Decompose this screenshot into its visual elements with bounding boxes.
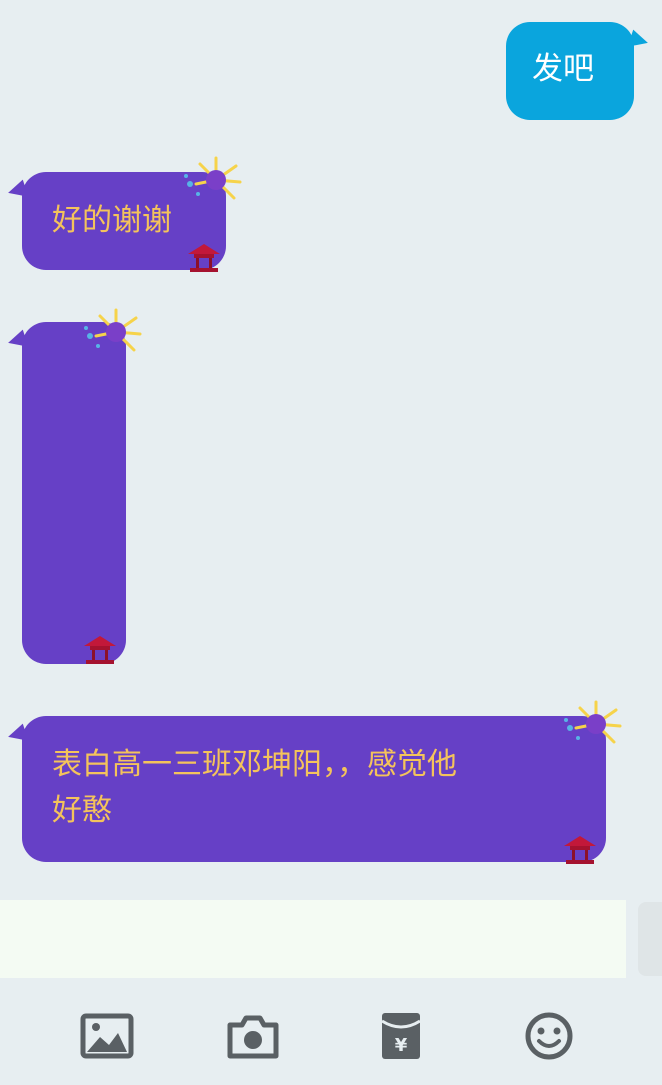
message-bubble-incoming[interactable]: 好的谢谢: [22, 156, 242, 272]
message-bubble-incoming[interactable]: 表白高一三班邓坤阳，，感觉他 好憨: [22, 700, 622, 864]
message-bubble-incoming[interactable]: [22, 308, 142, 664]
firework-decoration-icon: [184, 156, 242, 200]
message-bubble-outgoing[interactable]: 发吧: [506, 22, 634, 120]
red-packet-button[interactable]: ¥: [374, 1011, 428, 1061]
red-packet-icon: ¥: [381, 1013, 421, 1059]
message-text: 发吧: [532, 51, 594, 87]
camera-icon: [227, 1015, 279, 1059]
input-toolbar: ¥: [0, 983, 662, 1085]
pavilion-decoration-icon: [564, 836, 596, 864]
emoji-button[interactable]: [522, 1011, 576, 1061]
firework-decoration-icon: [84, 308, 142, 352]
chat-area[interactable]: 发吧 好的谢谢 表白高一三班邓坤阳，，感觉他 好憨: [0, 0, 662, 900]
camera-button[interactable]: [226, 1011, 280, 1061]
message-input[interactable]: [0, 900, 626, 978]
message-text: 表白高一三班邓坤阳，，感觉他 好憨: [52, 747, 457, 828]
pavilion-decoration-icon: [188, 244, 220, 272]
send-button[interactable]: [638, 902, 662, 976]
svg-text:¥: ¥: [395, 1035, 408, 1056]
image-icon: [80, 1013, 134, 1059]
image-button[interactable]: [80, 1011, 134, 1061]
emoji-icon: [525, 1012, 573, 1060]
pavilion-decoration-icon: [84, 636, 116, 664]
firework-decoration-icon: [564, 700, 622, 744]
